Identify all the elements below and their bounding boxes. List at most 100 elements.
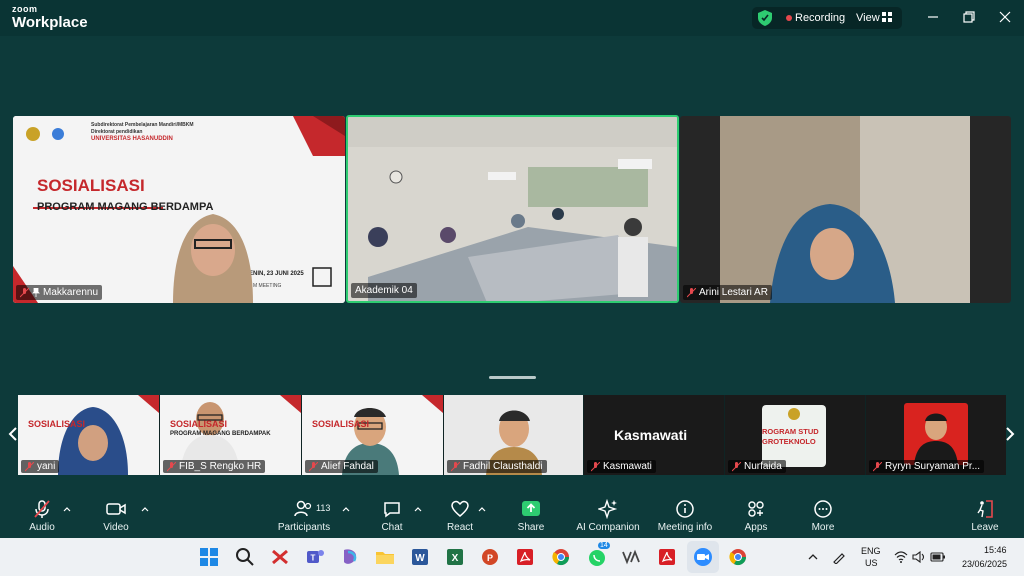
wifi-icon[interactable] — [894, 551, 908, 563]
tile-label: Ryryn Suryaman Pr... — [869, 460, 985, 473]
participant-name: Alief Fahdal — [321, 461, 374, 472]
mic-muted-icon — [20, 287, 29, 297]
filmstrip-tile-fadhil[interactable]: Fadhil Clausthaldi — [444, 395, 583, 475]
battery-icon[interactable] — [930, 552, 946, 562]
pen-tray-icon[interactable] — [832, 550, 848, 564]
tile-label: FIB_S Rengko HR — [163, 460, 266, 473]
more-button[interactable]: More — [806, 490, 840, 538]
copilot-icon[interactable] — [339, 546, 361, 568]
mini-slide-title: SOSIALISASI — [312, 419, 370, 429]
chevron-up-icon[interactable] — [342, 506, 350, 512]
react-label: React — [446, 522, 474, 533]
recording-view-group: Recording View — [752, 7, 902, 29]
acrobat-icon-2[interactable] — [656, 546, 678, 568]
minimize-icon[interactable] — [926, 10, 940, 24]
meeting-info-button[interactable]: Meeting info — [654, 490, 716, 538]
svg-text:T: T — [311, 554, 316, 563]
university-logo — [788, 408, 800, 420]
react-button[interactable]: React — [442, 490, 478, 538]
svg-text:P: P — [487, 553, 493, 563]
app-va-icon[interactable] — [620, 546, 642, 568]
filmstrip: SOSIALISASI yani SOSIALISASI PROGRAM MAG… — [18, 395, 1006, 475]
clock-date[interactable]: 23/06/2025 — [962, 559, 1007, 569]
chevron-up-icon[interactable] — [141, 506, 149, 512]
webcam-scene — [720, 116, 970, 303]
view-button[interactable]: View — [856, 12, 880, 24]
logo-text-1: ROGRAM STUD — [762, 427, 819, 436]
tile-label-makkarennu: Makkarennu — [16, 285, 103, 300]
language-region[interactable]: US — [865, 558, 878, 568]
leave-button[interactable]: Leave — [968, 490, 1002, 538]
slide-header-2: Direktorat pendidikan — [91, 129, 143, 135]
mic-muted-icon — [167, 461, 176, 471]
speaker-icon[interactable] — [912, 551, 926, 563]
excel-icon[interactable]: X — [444, 546, 466, 568]
video-button[interactable]: Video — [100, 490, 132, 538]
more-label: More — [811, 522, 835, 533]
apps-label: Apps — [744, 522, 768, 533]
zoom-icon[interactable] — [692, 546, 714, 568]
participant-name: Akademik 04 — [355, 285, 413, 296]
participant-name: Makkarennu — [43, 287, 99, 298]
participants-label: Participants — [277, 522, 331, 533]
mic-muted-icon — [309, 461, 318, 471]
ai-companion-button[interactable]: AI Companion — [574, 490, 642, 538]
participants-count: 113 — [316, 503, 331, 513]
powerpoint-icon[interactable]: P — [479, 546, 501, 568]
tile-label: Alief Fahdal — [305, 460, 378, 473]
acrobat-icon[interactable] — [514, 546, 536, 568]
resize-handle[interactable] — [489, 376, 536, 379]
participants-button[interactable]: Participants — [276, 490, 332, 538]
video-tile-akademik[interactable]: Akademik 04 — [346, 115, 679, 303]
grid-view-icon[interactable] — [882, 12, 892, 22]
mini-slide-subtitle: PROGRAM MAGANG BERDAMPAK — [170, 431, 271, 437]
video-tile-arini[interactable]: Arini Lestari AR — [680, 116, 1011, 303]
language-code[interactable]: ENG — [861, 546, 881, 556]
title-bar: zoom Workplace Recording View — [0, 0, 1024, 36]
restore-icon[interactable] — [962, 10, 976, 24]
mic-muted-icon — [687, 287, 696, 297]
chevron-up-icon[interactable] — [414, 506, 422, 512]
profile-picture — [904, 403, 968, 465]
participant-name: yani — [37, 461, 56, 472]
windows-taskbar: T W X P 14 ENG US 15:46 23/06/2025 — [0, 538, 1024, 576]
windows-start-icon[interactable] — [198, 546, 220, 568]
chat-button[interactable]: Chat — [374, 490, 410, 538]
clock-time[interactable]: 15:46 — [984, 545, 1007, 555]
participant-name: Ryryn Suryaman Pr... — [885, 461, 981, 472]
filmstrip-tile-fib[interactable]: SOSIALISASI PROGRAM MAGANG BERDAMPAK FIB… — [160, 395, 301, 475]
audio-button[interactable]: Audio — [24, 490, 60, 538]
whatsapp-badge: 14 — [598, 542, 610, 549]
tile-label-akademik: Akademik 04 — [351, 283, 417, 298]
chevron-up-icon[interactable] — [63, 506, 71, 512]
chrome-icon-2[interactable] — [727, 546, 749, 568]
meeting-info-label: Meeting info — [657, 522, 713, 533]
filmstrip-tile-yani[interactable]: SOSIALISASI yani — [18, 395, 159, 475]
mini-slide-title: SOSIALISASI — [28, 419, 86, 429]
teams-icon[interactable]: T — [304, 546, 326, 568]
search-icon[interactable] — [234, 546, 256, 568]
folder-icon[interactable] — [374, 546, 396, 568]
filmstrip-tile-alief[interactable]: SOSIALISASI Alief Fahdal — [302, 395, 443, 475]
filmstrip-tile-kasmawati[interactable]: Kasmawati Kasmawati — [584, 395, 724, 475]
share-button[interactable]: Share — [512, 490, 550, 538]
chevron-up-icon[interactable] — [478, 506, 486, 512]
mic-muted-icon — [451, 461, 460, 471]
shield-icon[interactable] — [758, 10, 772, 26]
sparkle-icon — [598, 499, 618, 519]
logo-text-2: GROTEKNOLO — [762, 437, 816, 446]
recording-label[interactable]: Recording — [795, 12, 845, 24]
filmstrip-tile-ryryn[interactable]: Ryryn Suryaman Pr... — [866, 395, 1006, 475]
mic-muted-icon — [34, 500, 50, 518]
apps-button[interactable]: Apps — [740, 490, 772, 538]
chrome-icon[interactable] — [550, 546, 572, 568]
whatsapp-icon[interactable] — [586, 546, 608, 568]
word-icon[interactable]: W — [409, 546, 431, 568]
app-red-icon[interactable] — [269, 546, 291, 568]
chevron-right-icon[interactable] — [1005, 426, 1015, 442]
close-icon[interactable] — [998, 10, 1012, 24]
filmstrip-tile-nurfaida[interactable]: ROGRAM STUD GROTEKNOLO Nurfaida — [725, 395, 865, 475]
chevron-up-icon[interactable] — [808, 553, 818, 561]
video-tile-makkarennu[interactable]: Subdirektorat Pembelajaran Mandiri/MBKM … — [13, 116, 345, 303]
chevron-left-icon[interactable] — [8, 426, 18, 442]
